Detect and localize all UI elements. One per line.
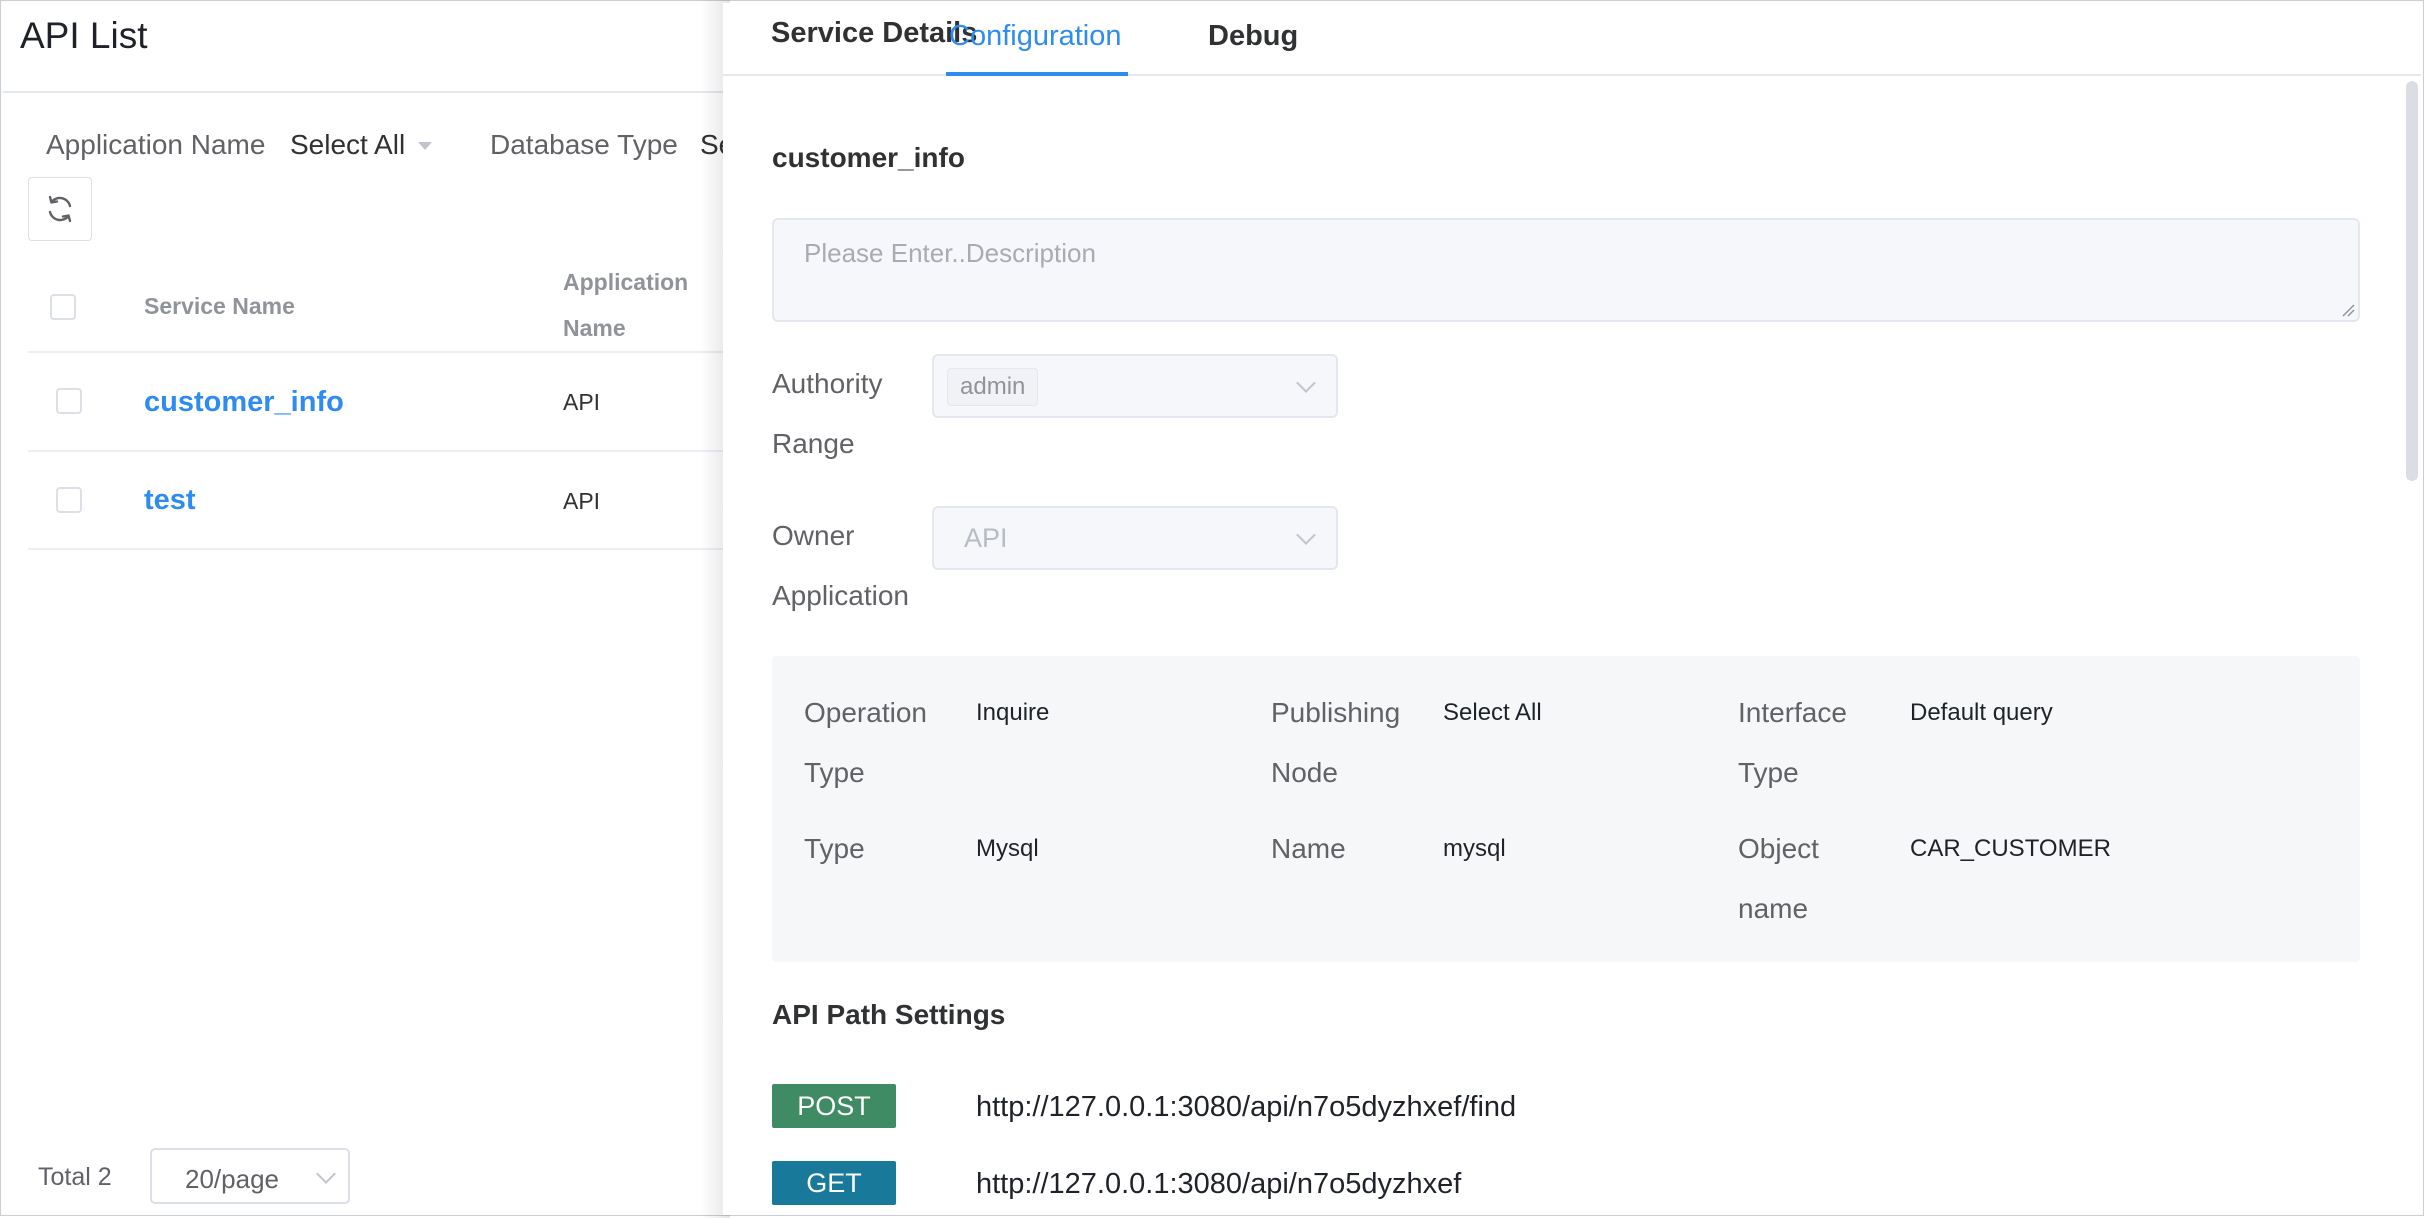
service-name-link[interactable]: customer_info xyxy=(144,386,344,419)
object-name-label-line2: name xyxy=(1738,893,1809,924)
refresh-icon xyxy=(48,195,72,223)
authority-range-label-line2: Range xyxy=(772,428,855,459)
row-checkbox[interactable] xyxy=(56,388,82,414)
chevron-down-icon xyxy=(1296,525,1316,545)
owner-application-label-line2: Application xyxy=(772,580,909,611)
column-header-application-name[interactable]: Application xyxy=(563,269,688,296)
service-drawer: Service Details Configuration Debug cust… xyxy=(723,3,2421,1215)
type-label: Type xyxy=(804,833,865,864)
database-type-filter-label: Database Type xyxy=(490,129,678,160)
publishing-node-label-line2: Node xyxy=(1271,757,1338,788)
post-method-badge: POST xyxy=(772,1084,896,1128)
name-value: mysql xyxy=(1443,835,1506,862)
application-name-caret-icon[interactable] xyxy=(418,142,432,150)
type-value: Mysql xyxy=(976,835,1039,862)
service-name-heading: customer_info xyxy=(772,142,965,173)
name-label: Name xyxy=(1271,833,1346,864)
object-name-label: Object xyxy=(1738,833,1819,864)
owner-application-label: Owner xyxy=(772,520,855,551)
title-divider xyxy=(3,91,723,93)
application-name-filter-select[interactable]: Select All xyxy=(290,129,405,161)
publishing-node-label: Publishing xyxy=(1271,697,1401,728)
column-header-application-name-line2: Name xyxy=(563,315,626,341)
interface-type-label-line2: Type xyxy=(1738,757,1799,788)
page-size-select[interactable]: 20/page xyxy=(150,1148,350,1204)
refresh-button[interactable] xyxy=(28,177,92,241)
owner-application-placeholder: API xyxy=(964,523,1008,553)
get-api-url[interactable]: http://127.0.0.1:3080/api/n7o5dyzhxef xyxy=(976,1168,1461,1201)
interface-type-value: Default query xyxy=(1910,699,2053,726)
table-row-divider xyxy=(28,548,723,550)
interface-type-label: Interface xyxy=(1738,697,1847,728)
column-header-service-name[interactable]: Service Name xyxy=(144,293,295,320)
operation-type-label: Operation xyxy=(804,697,927,728)
pagination-total: Total 2 xyxy=(38,1163,112,1191)
page-title: API List xyxy=(20,15,148,56)
select-all-checkbox[interactable] xyxy=(50,294,76,320)
chevron-down-icon xyxy=(316,1164,336,1184)
description-placeholder: Please Enter..Description xyxy=(804,238,1096,268)
table-row-divider xyxy=(28,450,723,452)
authority-range-select[interactable]: admin xyxy=(932,354,1338,418)
authority-tag: admin xyxy=(947,368,1039,406)
application-name-cell: API xyxy=(563,389,601,415)
active-tab-indicator xyxy=(946,72,1128,76)
tab-debug[interactable]: Debug xyxy=(1208,20,1298,53)
publishing-node-value: Select All xyxy=(1443,699,1542,726)
api-path-settings-heading: API Path Settings xyxy=(772,999,1006,1030)
owner-application-select[interactable]: API xyxy=(932,506,1338,570)
operation-type-label-line2: Type xyxy=(804,757,865,788)
application-name-filter-label: Application Name xyxy=(46,129,266,160)
tab-service-details[interactable]: Service Details xyxy=(771,17,977,50)
service-name-link[interactable]: test xyxy=(144,484,196,517)
page-size-value: 20/page xyxy=(185,1164,279,1194)
api-list-page: API List Application Name Select All Dat… xyxy=(3,3,734,1215)
chevron-down-icon xyxy=(1296,373,1316,393)
service-info-panel: Operation Type Inquire Publishing Node S… xyxy=(772,656,2360,962)
tab-configuration[interactable]: Configuration xyxy=(949,20,1122,53)
post-api-url[interactable]: http://127.0.0.1:3080/api/n7o5dyzhxef/fi… xyxy=(976,1091,1516,1124)
table-divider xyxy=(28,351,723,353)
resize-handle-icon[interactable] xyxy=(2341,303,2355,317)
vertical-scrollbar[interactable] xyxy=(2406,81,2418,481)
authority-range-label: Authority xyxy=(772,368,883,399)
application-name-cell: API xyxy=(563,488,601,514)
operation-type-value: Inquire xyxy=(976,699,1050,726)
row-checkbox[interactable] xyxy=(56,487,82,513)
object-name-value: CAR_CUSTOMER xyxy=(1910,835,2111,862)
description-textarea[interactable]: Please Enter..Description xyxy=(772,218,2360,322)
get-method-badge: GET xyxy=(772,1161,896,1205)
